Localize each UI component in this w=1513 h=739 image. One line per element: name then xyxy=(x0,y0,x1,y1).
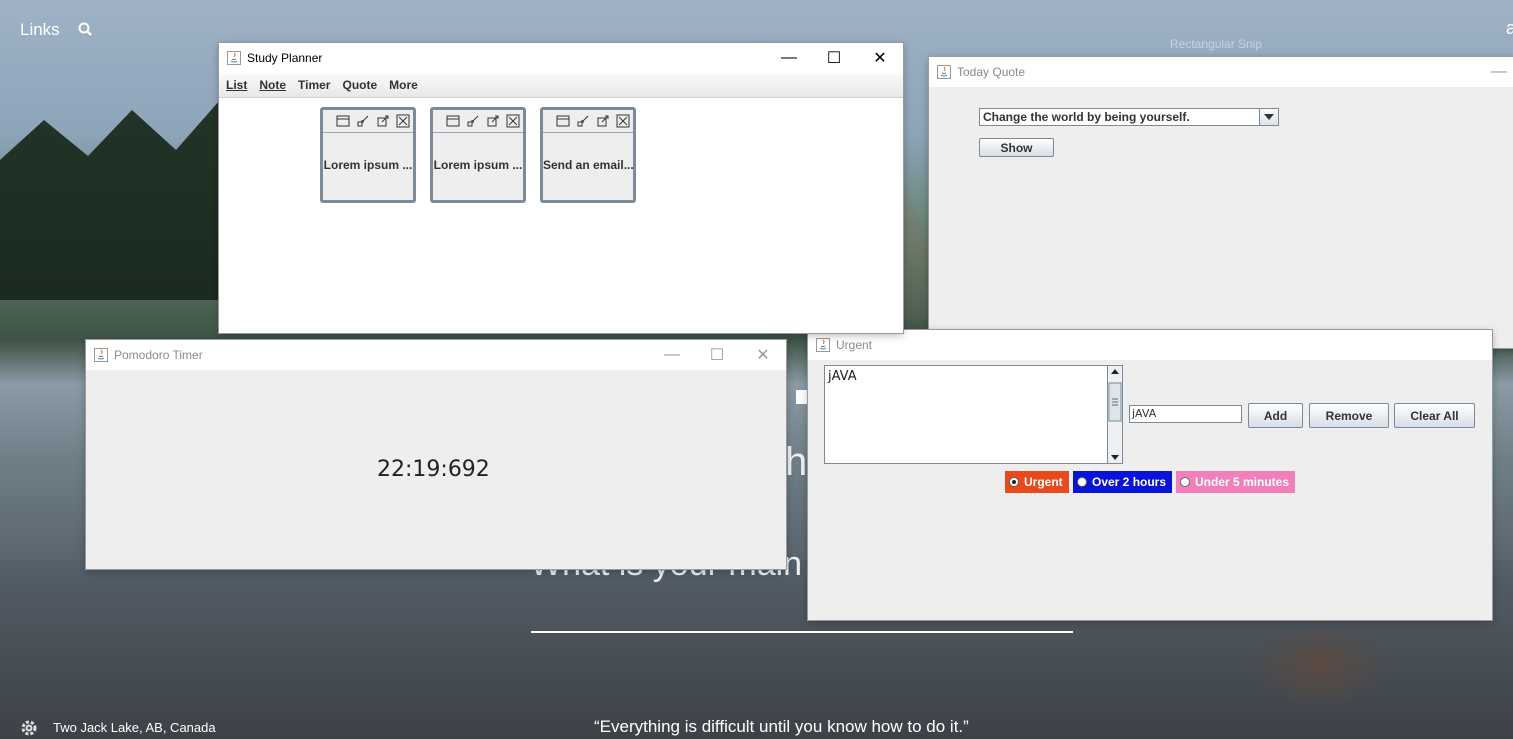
java-icon xyxy=(94,348,108,362)
window-menu-icon[interactable] xyxy=(446,114,460,128)
quote-dropdown[interactable]: Change the world by being yourself. xyxy=(979,108,1279,126)
close-button[interactable]: ✕ xyxy=(857,43,903,73)
search-icon[interactable] xyxy=(78,22,92,36)
minimize-button[interactable]: — xyxy=(766,43,812,73)
note-frame-titlebar[interactable] xyxy=(543,110,633,133)
snip-label: Rectangular Snip xyxy=(1170,37,1263,51)
gear-icon[interactable] xyxy=(20,719,38,737)
note-title: Lorem ipsum ... xyxy=(433,158,523,172)
window-menu-icon[interactable] xyxy=(556,114,570,128)
java-icon xyxy=(816,338,830,352)
location-label[interactable]: Two Jack Lake, AB, Canada xyxy=(53,720,216,735)
radio-dot-icon xyxy=(1180,477,1190,487)
remove-button[interactable]: Remove xyxy=(1309,403,1389,428)
menu-note[interactable]: Note xyxy=(259,78,286,92)
close-button[interactable]: ✕ xyxy=(740,340,786,370)
textarea-scrollbar[interactable] xyxy=(1107,365,1123,464)
menu-bar: List Note Timer Quote More xyxy=(219,73,903,98)
note-title: Lorem ipsum ... xyxy=(323,158,413,172)
maximize-icon[interactable] xyxy=(486,114,500,128)
note-frame-titlebar[interactable] xyxy=(323,110,413,133)
window-title: Study Planner xyxy=(247,51,323,65)
radio-label: Under 5 minutes xyxy=(1195,475,1290,489)
iconify-icon[interactable] xyxy=(576,114,590,128)
radio-dot-icon xyxy=(1077,477,1087,487)
java-icon xyxy=(227,51,241,65)
urgent-input[interactable]: jAVA xyxy=(1129,405,1242,423)
window-title: Today Quote xyxy=(957,65,1026,79)
radio-label: Over 2 hours xyxy=(1092,475,1167,489)
menu-quote[interactable]: Quote xyxy=(342,78,377,92)
quote-dropdown-value: Change the world by being yourself. xyxy=(983,110,1190,124)
java-icon xyxy=(937,65,951,79)
study-planner-titlebar[interactable]: Study Planner — ☐ ✕ xyxy=(219,43,903,73)
study-planner-window: Study Planner — ☐ ✕ List Note Timer Quot… xyxy=(219,43,903,333)
note-title: Send an email... xyxy=(543,158,633,172)
pomodoro-window: Pomodoro Timer — ☐ ✕ 22:19:692 xyxy=(86,340,786,569)
radio-label: Urgent xyxy=(1024,475,1063,489)
radio-over-2-hours[interactable]: Over 2 hours xyxy=(1073,471,1173,493)
window-title: Pomodoro Timer xyxy=(114,348,203,362)
background-rock xyxy=(1250,620,1390,710)
urgent-titlebar[interactable]: Urgent xyxy=(808,330,1492,360)
radio-dot-icon xyxy=(1009,477,1019,487)
window-title: Urgent xyxy=(836,338,873,352)
window-menu-icon[interactable] xyxy=(336,114,350,128)
note-frame[interactable]: Send an email... xyxy=(540,107,636,203)
iconify-icon[interactable] xyxy=(466,114,480,128)
urgent-textarea[interactable]: jAVA xyxy=(824,365,1108,464)
daily-quote: “Everything is difficult until you know … xyxy=(594,717,969,736)
show-button[interactable]: Show xyxy=(979,138,1054,157)
urgent-window: Urgent jAVA jAVA Add Remove Clear All Ur… xyxy=(808,330,1492,620)
menu-timer[interactable]: Timer xyxy=(298,78,330,92)
corner-text: a xyxy=(1506,18,1513,38)
close-icon[interactable] xyxy=(396,114,410,128)
today-quote-window: Today Quote — Change the world by being … xyxy=(929,57,1513,348)
chevron-down-icon[interactable] xyxy=(1259,109,1278,125)
maximize-icon[interactable] xyxy=(596,114,610,128)
note-frame[interactable]: Lorem ipsum ... xyxy=(430,107,526,203)
close-icon[interactable] xyxy=(506,114,520,128)
minimize-button[interactable]: — xyxy=(649,340,695,370)
clear-all-button[interactable]: Clear All xyxy=(1394,403,1475,428)
links-label[interactable]: Links xyxy=(20,20,60,40)
minimize-button[interactable]: — xyxy=(1476,57,1513,87)
focus-input-line[interactable] xyxy=(531,631,1073,633)
scrollbar-arrows-icon xyxy=(1108,369,1122,460)
close-icon[interactable] xyxy=(616,114,630,128)
timer-display: 22:19:692 xyxy=(377,457,490,482)
add-button[interactable]: Add xyxy=(1248,403,1303,428)
menu-more[interactable]: More xyxy=(389,78,418,92)
background-glyph xyxy=(796,390,808,404)
note-frame-titlebar[interactable] xyxy=(433,110,523,133)
maximize-button[interactable]: ☐ xyxy=(694,340,740,370)
maximize-icon[interactable] xyxy=(376,114,390,128)
radio-under-5-minutes[interactable]: Under 5 minutes xyxy=(1176,471,1296,493)
radio-urgent[interactable]: Urgent xyxy=(1005,471,1069,493)
note-frame[interactable]: Lorem ipsum ... xyxy=(320,107,416,203)
menu-list[interactable]: List xyxy=(226,78,247,92)
maximize-button[interactable]: ☐ xyxy=(811,43,857,73)
today-quote-titlebar[interactable]: Today Quote — xyxy=(929,57,1513,87)
iconify-icon[interactable] xyxy=(356,114,370,128)
pomodoro-titlebar[interactable]: Pomodoro Timer — ☐ ✕ xyxy=(86,340,786,370)
